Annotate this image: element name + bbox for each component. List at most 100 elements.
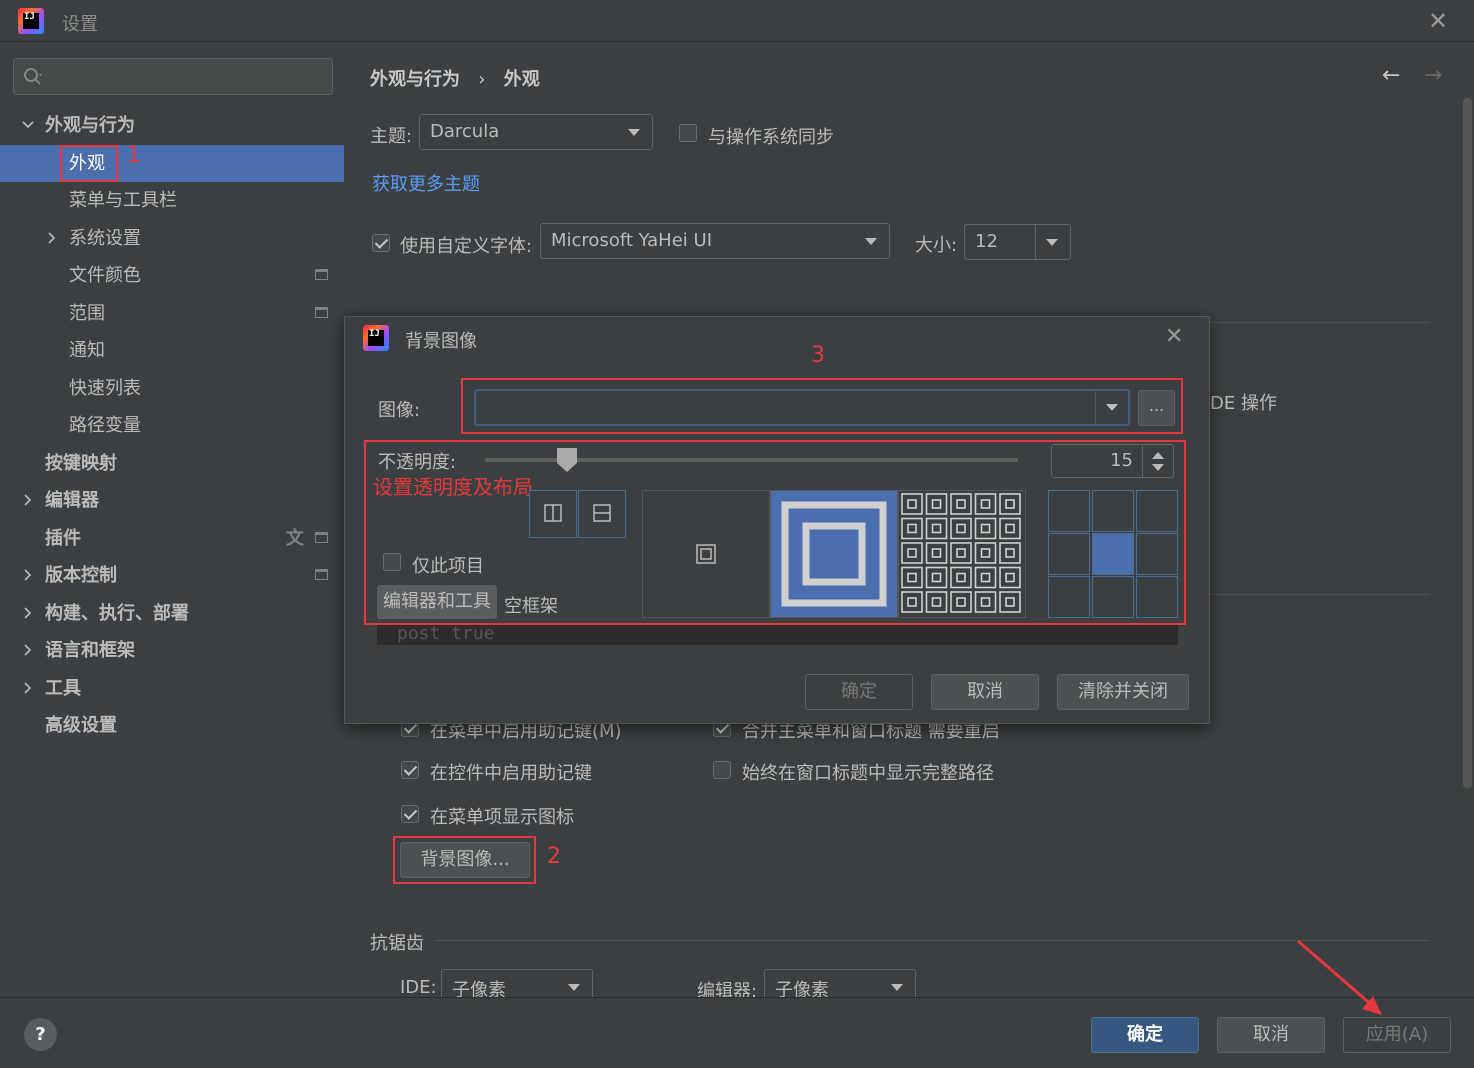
annotation-number-1: 1 — [127, 143, 141, 168]
ide-operations-partial-label: DE 操作 — [1210, 393, 1277, 414]
anchor-position-cell[interactable] — [1048, 576, 1090, 618]
tile-fill-icon — [901, 493, 1021, 613]
sidebar-item-build-execution-deployment[interactable]: 构建、执行、部署 — [0, 595, 344, 632]
sidebar-item-keymap[interactable]: 按键映射 — [0, 445, 344, 482]
empty-frame-label[interactable]: 空框架 — [504, 592, 558, 618]
forward-arrow-icon[interactable]: → — [1424, 63, 1442, 88]
chevron-right-icon — [22, 607, 34, 619]
dialog-title: 背景图像 — [405, 331, 477, 352]
image-label: 图像: — [378, 400, 421, 421]
sync-os-checkbox[interactable] — [679, 124, 697, 142]
editor-and-tools-tag[interactable]: 编辑器和工具 — [377, 585, 497, 619]
section-divider — [434, 940, 1430, 941]
translate-icon: 文 — [286, 528, 304, 549]
menu-icons-checkbox[interactable] — [401, 805, 419, 823]
anchor-position-cell[interactable] — [1136, 533, 1178, 575]
chevron-right-icon — [22, 682, 34, 694]
project-level-icon — [315, 307, 328, 318]
project-level-icon — [315, 532, 328, 543]
dialog-preview-strip: post true — [377, 623, 1178, 645]
anchor-position-cell[interactable] — [1136, 576, 1178, 618]
settings-search-input[interactable] — [13, 58, 333, 95]
full-path-title-label: 始终在窗口标题中显示完整路径 — [742, 763, 994, 784]
split-vertical-button[interactable] — [529, 490, 577, 538]
annotation-arrow-icon — [1297, 939, 1382, 1015]
chevron-right-icon — [22, 644, 34, 656]
split-horizontal-icon — [593, 504, 611, 522]
full-path-title-checkbox[interactable] — [713, 761, 731, 779]
sync-os-label: 与操作系统同步 — [708, 127, 834, 148]
chevron-right-icon — [22, 569, 34, 581]
anchor-position-grid — [1048, 490, 1178, 618]
sidebar-item-notifications[interactable]: 通知 — [0, 332, 344, 369]
help-icon[interactable]: ? — [24, 1018, 57, 1051]
opacity-slider-thumb[interactable] — [557, 448, 577, 472]
chevron-down-icon — [22, 119, 34, 131]
window-close-icon[interactable]: ✕ — [1428, 9, 1448, 33]
fill-center-tile[interactable] — [642, 490, 770, 618]
dropdown-arrow-icon — [1046, 239, 1058, 246]
get-more-themes-link[interactable]: 获取更多主题 — [372, 170, 480, 196]
dialog-cancel-button[interactable]: 取消 — [931, 674, 1039, 710]
this-project-only-checkbox[interactable] — [383, 553, 401, 571]
custom-font-label: 使用自定义字体: — [400, 236, 533, 257]
dropdown-arrow-icon — [891, 984, 903, 991]
split-horizontal-button[interactable] — [578, 490, 626, 538]
sidebar-item-appearance[interactable]: 外观 — [0, 145, 344, 182]
dropdown-arrow-icon — [865, 238, 877, 245]
main-scrollbar[interactable] — [1463, 98, 1472, 788]
background-image-button[interactable]: 背景图像... — [400, 842, 530, 878]
dialog-clear-close-button[interactable]: 清除并关闭 — [1057, 674, 1189, 710]
breadcrumb: 外观与行为 › 外观 — [370, 65, 540, 91]
settings-footer: ? 确定 取消 应用(A) — [0, 997, 1474, 1068]
mnemonic-controls-label: 在控件中启用助记键 — [430, 763, 592, 784]
font-size-label: 大小: — [915, 235, 958, 256]
font-dropdown[interactable]: Microsoft YaHei UI — [540, 223, 890, 259]
anchor-position-cell[interactable] — [1092, 576, 1134, 618]
anchor-position-cell[interactable] — [1048, 490, 1090, 532]
ide-antialias-label: IDE: — [400, 977, 437, 998]
fill-tile-tile[interactable] — [898, 490, 1026, 618]
sidebar-item-path-variables[interactable]: 路径变量 — [0, 407, 344, 444]
chevron-right-icon — [22, 494, 34, 506]
anchor-position-cell[interactable] — [1092, 533, 1134, 575]
dialog-close-icon[interactable]: ✕ — [1165, 326, 1183, 348]
breadcrumb-separator: › — [478, 69, 486, 90]
fill-scale-tile[interactable] — [770, 490, 898, 618]
dropdown-arrow-icon — [568, 984, 580, 991]
sidebar-item-menus-toolbars[interactable]: 菜单与工具栏 — [0, 182, 344, 219]
anchor-position-cell[interactable] — [1136, 490, 1178, 532]
sidebar-item-version-control[interactable]: 版本控制 — [0, 557, 344, 594]
anchor-position-cell[interactable] — [1092, 490, 1134, 532]
sidebar-item-system-settings[interactable]: 系统设置 — [0, 220, 344, 257]
dialog-ok-button[interactable]: 确定 — [805, 674, 913, 710]
font-size-dropdown[interactable]: 12 — [964, 224, 1071, 260]
dropdown-arrow-icon — [1106, 404, 1118, 411]
anchor-position-cell[interactable] — [1048, 533, 1090, 575]
sidebar-item-editor[interactable]: 编辑器 — [0, 482, 344, 519]
breadcrumb-parent[interactable]: 外观与行为 — [370, 69, 460, 90]
sidebar-item-advanced-settings[interactable]: 高级设置 — [0, 707, 344, 744]
background-image-dialog: IJ 背景图像 ✕ 图像: ... 不透明度: 15 设置透明度及布局 仅此项目… — [344, 316, 1210, 724]
custom-font-checkbox[interactable] — [372, 234, 390, 252]
sidebar-item-appearance-behavior[interactable]: 外观与行为 — [0, 107, 344, 144]
settings-sidebar: 外观与行为 外观 菜单与工具栏 系统设置 文件颜色 范围 通知 快速列表 路径变… — [0, 43, 344, 997]
project-level-icon — [315, 269, 328, 280]
sidebar-item-scopes[interactable]: 范围 — [0, 295, 344, 332]
opacity-spinner[interactable]: 15 — [1051, 444, 1174, 478]
sidebar-item-plugins[interactable]: 插件 文 — [0, 520, 344, 557]
annotation-layout-note: 设置透明度及布局 — [373, 475, 533, 499]
sidebar-item-quick-lists[interactable]: 快速列表 — [0, 370, 344, 407]
back-arrow-icon[interactable]: ← — [1382, 63, 1400, 88]
sidebar-item-tools[interactable]: 工具 — [0, 670, 344, 707]
spinner-down-icon[interactable] — [1152, 464, 1164, 471]
browse-button[interactable]: ... — [1138, 390, 1175, 426]
spinner-up-icon[interactable] — [1152, 452, 1164, 459]
theme-dropdown[interactable]: Darcula — [419, 114, 653, 150]
mnemonic-controls-checkbox[interactable] — [401, 761, 419, 779]
scale-fill-icon — [781, 501, 887, 607]
ok-button[interactable]: 确定 — [1091, 1017, 1199, 1053]
sidebar-item-languages-frameworks[interactable]: 语言和框架 — [0, 632, 344, 669]
sidebar-item-file-colors[interactable]: 文件颜色 — [0, 257, 344, 294]
image-path-dropdown[interactable] — [474, 389, 1130, 426]
